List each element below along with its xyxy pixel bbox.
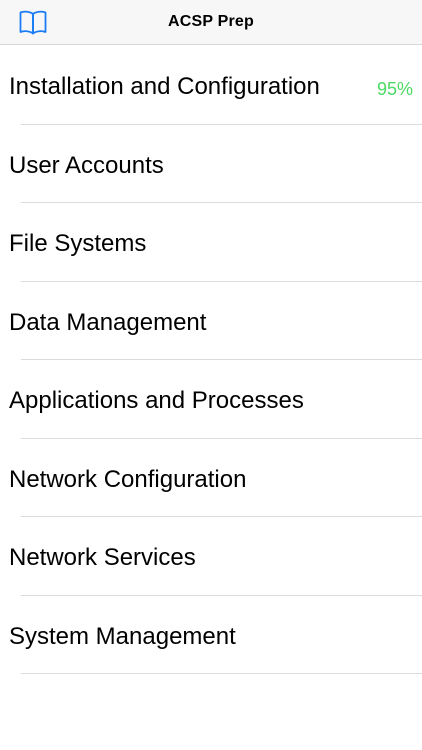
navigation-bar: ACSP Prep [0, 0, 422, 45]
topic-label: Installation and Configuration [9, 73, 320, 100]
list-item[interactable]: File Systems [0, 203, 422, 282]
page-title: ACSP Prep [168, 13, 254, 30]
list-item[interactable]: User Accounts [0, 125, 422, 203]
row-separator [21, 673, 422, 674]
list-item[interactable]: Network Configuration [0, 439, 422, 517]
list-item[interactable]: System Management [0, 596, 422, 674]
topic-list: Installation and Configuration 95% User Ac… [0, 46, 422, 674]
topic-label: User Accounts [9, 151, 164, 179]
topic-label: System Management [9, 622, 236, 650]
score-badge: 95% [376, 79, 413, 99]
topic-label: Applications and Processes [9, 387, 304, 414]
topic-label: Data Management [9, 308, 207, 336]
list-item[interactable]: Installation and Configuration 95% [0, 46, 422, 125]
topic-label: File Systems [9, 230, 147, 257]
list-item[interactable]: Applications and Processes [0, 360, 422, 439]
list-item[interactable]: Network Services [0, 517, 422, 596]
list-item[interactable]: Data Management [0, 282, 422, 360]
topic-label: Network Configuration [9, 465, 247, 493]
topic-label: Network Services [9, 544, 196, 571]
